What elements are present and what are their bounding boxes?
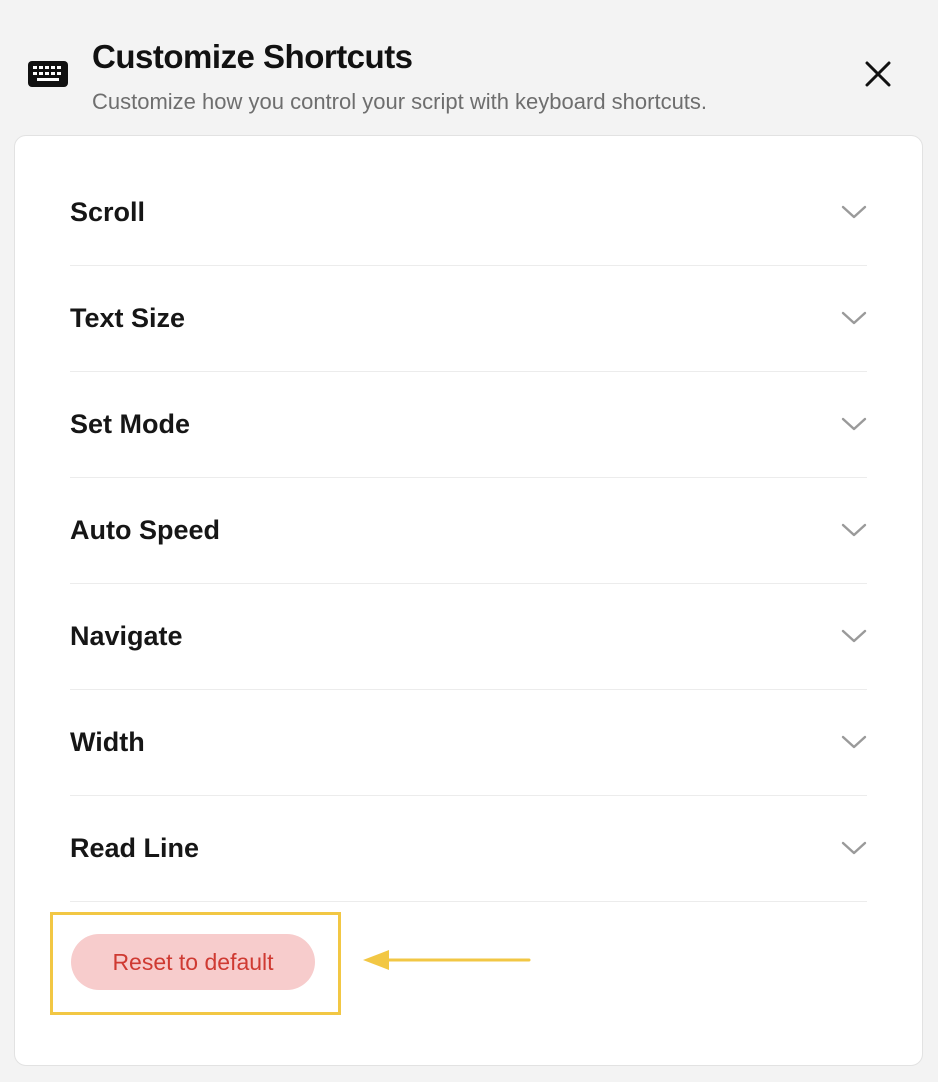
shortcut-row-label: Set Mode	[70, 409, 191, 439]
shortcut-row-navigate[interactable]: Navigate	[70, 584, 867, 690]
dialog-title: Customize Shortcuts	[92, 38, 413, 75]
chevron-down-icon[interactable]	[841, 732, 867, 752]
shortcut-row-label: Auto Speed	[70, 515, 221, 545]
chevron-down-icon[interactable]	[841, 308, 867, 328]
shortcut-row-width[interactable]: Width	[70, 690, 867, 796]
shortcut-row-label: Navigate	[70, 621, 183, 651]
close-button[interactable]	[858, 54, 898, 94]
chevron-down-icon[interactable]	[841, 626, 867, 646]
chevron-down-icon[interactable]	[841, 838, 867, 858]
arrow-left-icon	[363, 950, 531, 970]
customize-shortcuts-dialog: Customize Shortcuts Customize how you co…	[0, 0, 938, 1082]
shortcut-row-text-size[interactable]: Text Size	[70, 266, 867, 372]
close-icon	[865, 61, 891, 87]
chevron-down-icon[interactable]	[841, 202, 867, 222]
shortcut-list: Scroll Text Size Set Mode Auto Speed Nav…	[70, 160, 867, 902]
keyboard-icon	[28, 61, 68, 87]
shortcut-row-label: Read Line	[70, 833, 200, 863]
shortcut-row-label: Scroll	[70, 197, 146, 227]
dialog-header: Customize Shortcuts Customize how you co…	[0, 0, 938, 134]
shortcut-row-read-line[interactable]: Read Line	[70, 796, 867, 902]
shortcut-row-label: Width	[70, 727, 145, 757]
shortcuts-card: Scroll Text Size Set Mode Auto Speed Nav…	[14, 135, 923, 1066]
shortcut-row-scroll[interactable]: Scroll	[70, 160, 867, 266]
dialog-subtitle: Customize how you control your script wi…	[92, 89, 708, 114]
reset-to-default-button[interactable]: Reset to default	[71, 934, 315, 990]
shortcut-row-auto-speed[interactable]: Auto Speed	[70, 478, 867, 584]
chevron-down-icon[interactable]	[841, 520, 867, 540]
shortcut-row-label: Text Size	[70, 303, 186, 333]
shortcut-row-set-mode[interactable]: Set Mode	[70, 372, 867, 478]
chevron-down-icon[interactable]	[841, 414, 867, 434]
